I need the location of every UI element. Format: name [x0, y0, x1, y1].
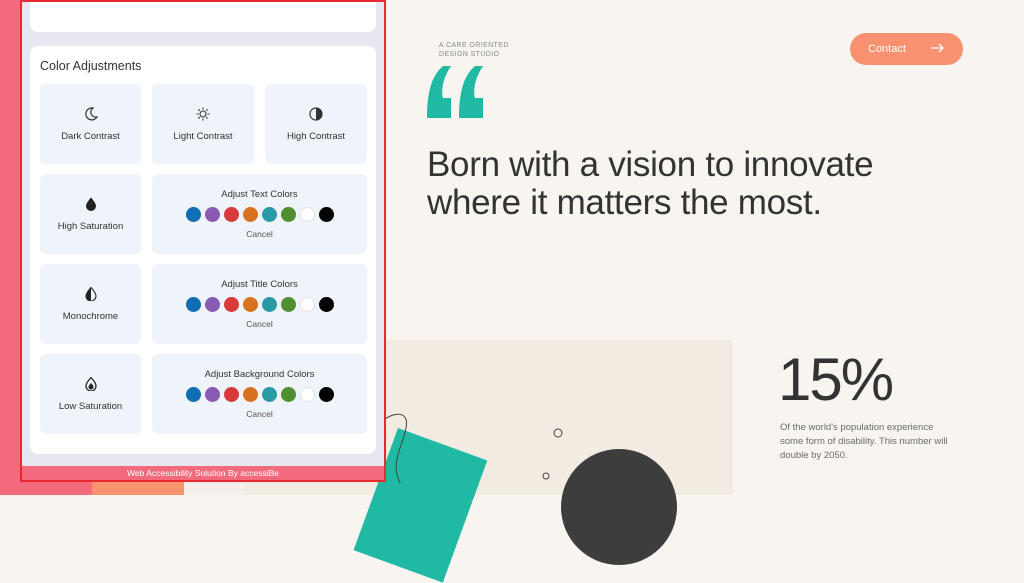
- headline-line-1: Born with a vision to innovate: [427, 145, 874, 184]
- text-color-swatch[interactable]: [318, 207, 334, 222]
- title-color-swatches: [185, 297, 334, 312]
- stat-percentage: 15%: [778, 346, 894, 413]
- text-color-swatch[interactable]: [299, 207, 315, 222]
- text-color-swatches: [185, 207, 334, 222]
- droplet-icon: [85, 197, 97, 211]
- outline-droplet-icon: [84, 376, 97, 391]
- text-color-swatch[interactable]: [204, 207, 220, 222]
- monochrome-button[interactable]: Monochrome: [40, 264, 141, 344]
- background-color-swatch[interactable]: [223, 387, 239, 402]
- title-color-swatch[interactable]: [223, 297, 239, 312]
- eyebrow-line-2: DESIGN STUDIO: [439, 51, 500, 58]
- background-color-swatches: [185, 387, 334, 402]
- accessibe-footer[interactable]: Web Accessibility Solution By accessiBe: [22, 466, 384, 480]
- page-headline: Born with a vision to innovate where it …: [427, 146, 947, 222]
- text-color-swatch[interactable]: [280, 207, 296, 222]
- color-adjustments-card: Color Adjustments Dark Contrast Light Co…: [30, 46, 376, 454]
- background-colors-cancel-button[interactable]: Cancel: [246, 409, 272, 419]
- dark-contrast-button[interactable]: Dark Contrast: [40, 84, 141, 164]
- title-color-swatch[interactable]: [318, 297, 334, 312]
- adjust-background-colors-group: Adjust Background Colors Cancel: [152, 354, 367, 434]
- background-color-swatch[interactable]: [185, 387, 201, 402]
- adjust-title-colors-label: Adjust Title Colors: [221, 279, 298, 290]
- title-colors-cancel-button[interactable]: Cancel: [246, 319, 272, 329]
- title-color-swatch[interactable]: [299, 297, 315, 312]
- half-circle-icon: [309, 106, 323, 121]
- adjust-text-colors-group: Adjust Text Colors Cancel: [152, 174, 367, 254]
- title-color-swatch[interactable]: [261, 297, 277, 312]
- background-color-swatch[interactable]: [242, 387, 258, 402]
- background-color-swatch[interactable]: [318, 387, 334, 402]
- high-saturation-button[interactable]: High Saturation: [40, 174, 141, 254]
- text-color-swatch[interactable]: [242, 207, 258, 222]
- title-color-swatch[interactable]: [280, 297, 296, 312]
- site-eyebrow: A CARE ORIENTED DESIGN STUDIO: [439, 41, 519, 59]
- low-saturation-label: Low Saturation: [58, 400, 123, 412]
- light-contrast-label: Light Contrast: [173, 130, 233, 142]
- background-color-swatch[interactable]: [204, 387, 220, 402]
- light-contrast-button[interactable]: Light Contrast: [152, 84, 254, 164]
- panel-previous-card: [30, 2, 376, 32]
- high-contrast-button[interactable]: High Contrast: [265, 84, 367, 164]
- high-saturation-label: High Saturation: [57, 220, 124, 232]
- stat-description: Of the world's population experience som…: [780, 422, 948, 461]
- half-droplet-icon: [84, 286, 97, 301]
- title-color-swatch[interactable]: [185, 297, 201, 312]
- contact-button[interactable]: Contact: [850, 33, 963, 65]
- moon-icon: [84, 106, 98, 121]
- text-color-swatch[interactable]: [223, 207, 239, 222]
- text-color-swatch[interactable]: [261, 207, 277, 222]
- headline-line-2: where it matters the most.: [427, 183, 822, 222]
- high-contrast-label: High Contrast: [286, 130, 346, 142]
- adjust-background-colors-label: Adjust Background Colors: [204, 369, 315, 380]
- monochrome-label: Monochrome: [62, 310, 119, 322]
- text-colors-cancel-button[interactable]: Cancel: [246, 229, 272, 239]
- accessibility-panel: Color Adjustments Dark Contrast Light Co…: [20, 0, 386, 482]
- eyebrow-line-1: A CARE ORIENTED: [439, 42, 509, 49]
- color-adjustments-title: Color Adjustments: [40, 59, 142, 73]
- dark-contrast-label: Dark Contrast: [61, 130, 120, 142]
- adjust-title-colors-group: Adjust Title Colors Cancel: [152, 264, 367, 344]
- background-color-swatch[interactable]: [261, 387, 277, 402]
- text-color-swatch[interactable]: [185, 207, 201, 222]
- illustration-doodle-lines: [380, 413, 563, 484]
- contact-button-label: Contact: [868, 43, 906, 55]
- low-saturation-button[interactable]: Low Saturation: [40, 354, 141, 434]
- background-color-swatch[interactable]: [280, 387, 296, 402]
- arrow-right-icon: [931, 43, 945, 56]
- title-color-swatch[interactable]: [204, 297, 220, 312]
- quote-mark-icon: [425, 64, 487, 125]
- adjust-text-colors-label: Adjust Text Colors: [221, 189, 298, 200]
- background-color-swatch[interactable]: [299, 387, 315, 402]
- title-color-swatch[interactable]: [242, 297, 258, 312]
- sun-icon: [196, 107, 210, 121]
